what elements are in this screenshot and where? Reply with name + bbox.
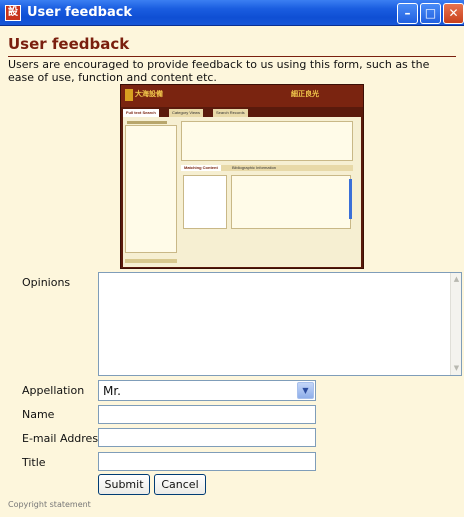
- close-button[interactable]: ✕: [443, 3, 464, 24]
- preview-logo-icon: [125, 89, 133, 101]
- title-divider: [8, 56, 456, 57]
- opinions-label: Opinions: [22, 276, 71, 289]
- email-field[interactable]: [98, 428, 316, 447]
- page-title: User feedback: [8, 35, 130, 53]
- preview-footer-bar: [125, 259, 177, 263]
- scroll-down-icon[interactable]: ▼: [451, 363, 462, 374]
- maximize-button[interactable]: □: [420, 3, 441, 24]
- title-label: Title: [22, 456, 46, 469]
- preview-line: [127, 121, 167, 124]
- copyright-link[interactable]: Copyright statement: [8, 500, 91, 509]
- preview-results-pane: [181, 121, 353, 161]
- title-field[interactable]: [98, 452, 316, 471]
- preview-subtabs: Matching Content Bibliographic Informati…: [181, 165, 353, 171]
- window-titlebar: 設 User feedback – □ ✕: [0, 0, 464, 26]
- name-label: Name: [22, 408, 55, 421]
- appellation-label: Appellation: [22, 384, 85, 397]
- submit-button[interactable]: Submit: [98, 474, 150, 495]
- preview-brand-right: 細正良光: [291, 90, 319, 98]
- preview-subtab: Bibliographic Information: [229, 165, 280, 171]
- preview-scrollbar: [349, 179, 352, 219]
- preview-header: 大海設備 細正良光: [121, 85, 363, 107]
- preview-sub-pane-left: [183, 175, 227, 229]
- app-preview-image: 大海設備 細正良光 Full text Search Category View…: [120, 84, 364, 269]
- minimize-button[interactable]: –: [397, 3, 418, 24]
- window-title: User feedback: [27, 5, 133, 20]
- scroll-up-icon[interactable]: ▲: [451, 274, 462, 285]
- preview-sub-pane-right: [231, 175, 351, 229]
- preview-tab: Full text Search: [123, 109, 159, 117]
- opinions-scrollbar[interactable]: ▲ ▼: [450, 273, 461, 375]
- preview-tabs: Full text Search Category Views Search R…: [123, 109, 361, 117]
- preview-brand-left: 大海設備: [135, 90, 163, 98]
- app-icon: 設: [5, 5, 21, 21]
- opinions-textarea[interactable]: [98, 272, 462, 376]
- cancel-button[interactable]: Cancel: [154, 474, 206, 495]
- chevron-down-icon[interactable]: ▼: [297, 382, 314, 399]
- preview-tab: Category Views: [169, 109, 203, 117]
- appellation-selected-value: Mr.: [103, 384, 121, 398]
- preview-subtab: Matching Content: [181, 165, 221, 171]
- preview-tab: Search Records: [213, 109, 248, 117]
- appellation-select[interactable]: Mr. ▼: [98, 380, 316, 401]
- email-label: E-mail Address: [22, 432, 104, 445]
- preview-left-pane: [125, 125, 177, 253]
- name-field[interactable]: [98, 405, 316, 424]
- intro-text: Users are encouraged to provide feedback…: [8, 58, 430, 84]
